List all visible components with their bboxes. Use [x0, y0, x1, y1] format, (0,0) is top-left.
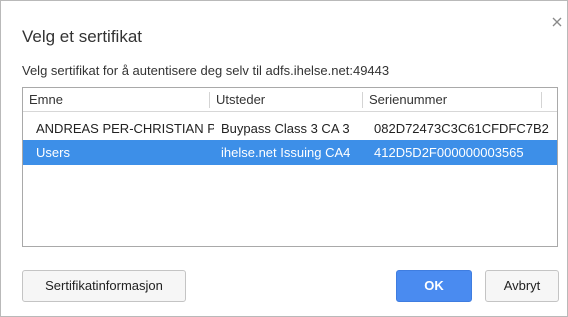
- dialog-description: Velg sertifikat for å autentisere deg se…: [22, 63, 390, 78]
- column-header-serial[interactable]: Serienummer: [363, 88, 541, 112]
- table-row[interactable]: ANDREAS PER-CHRISTIAN P... Buypass Class…: [23, 116, 557, 141]
- column-header-subject[interactable]: Emne: [23, 88, 209, 112]
- close-icon[interactable]: [550, 15, 564, 29]
- certificate-info-button[interactable]: Sertifikatinformasjon: [22, 270, 186, 302]
- table-row-selected[interactable]: Users ihelse.net Issuing CA4 412D5D2F000…: [23, 140, 557, 165]
- cancel-button[interactable]: Avbryt: [485, 270, 559, 302]
- cell-issuer: ihelse.net Issuing CA4: [221, 145, 351, 160]
- cell-issuer: Buypass Class 3 CA 3: [221, 121, 350, 136]
- certificate-dialog: Velg et sertifikat Velg sertifikat for å…: [0, 0, 568, 317]
- dialog-title: Velg et sertifikat: [22, 27, 143, 46]
- cell-subject: Users: [36, 145, 70, 160]
- cell-serial: 082D72473C3C61CFDFC7B2: [374, 121, 549, 136]
- certificate-table: Emne Utsteder Serienummer ANDREAS PER-CH…: [22, 87, 558, 247]
- column-header-issuer[interactable]: Utsteder: [210, 88, 362, 112]
- cell-subject: ANDREAS PER-CHRISTIAN P...: [36, 121, 214, 136]
- ok-button[interactable]: OK: [396, 270, 472, 302]
- table-header: Emne Utsteder Serienummer: [23, 88, 557, 112]
- column-divider[interactable]: [541, 92, 542, 108]
- cell-serial: 412D5D2F000000003565: [374, 145, 524, 160]
